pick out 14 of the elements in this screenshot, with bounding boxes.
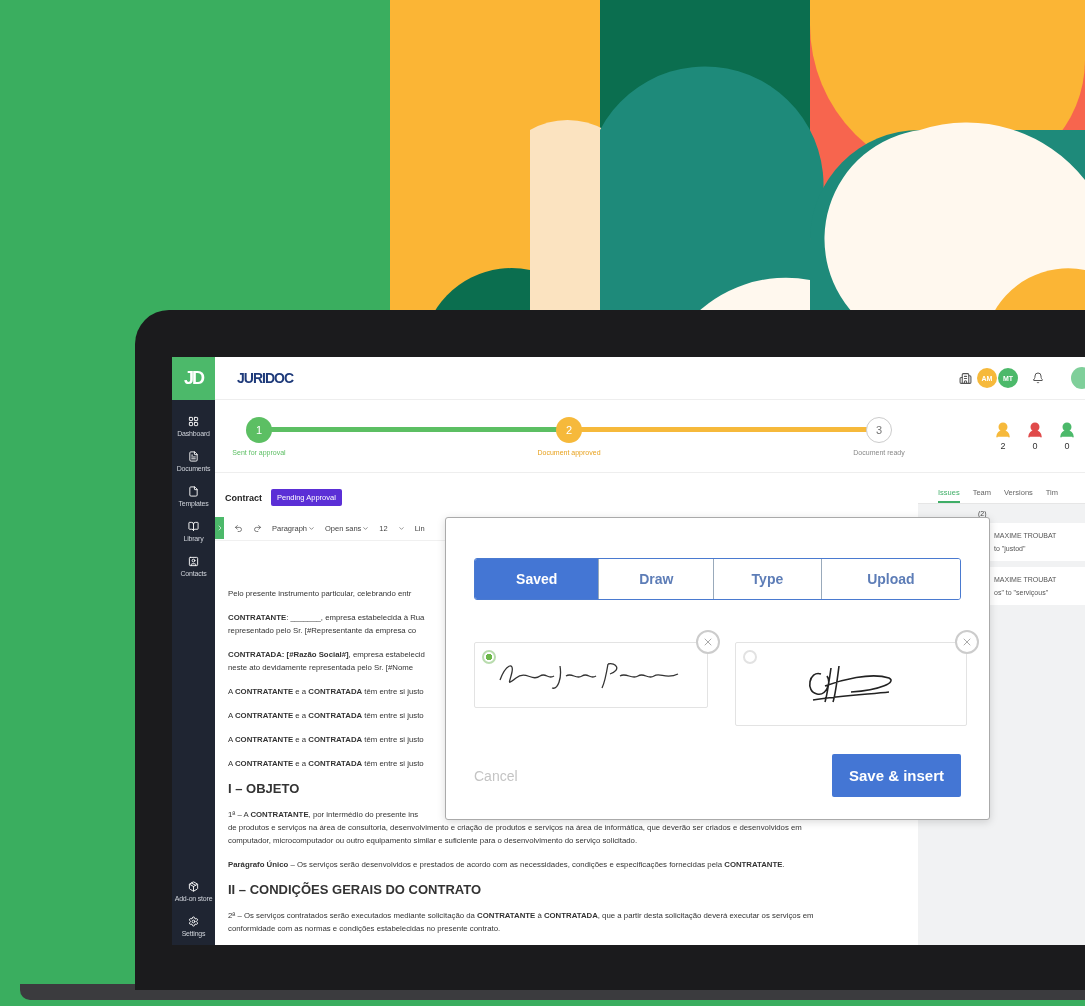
brand-logo: JURIDOC (237, 370, 295, 386)
save-insert-button[interactable]: Save & insert (832, 754, 961, 797)
dialog-tab[interactable]: Upload (820, 559, 960, 599)
app-logo: JD (172, 357, 215, 400)
count-text: 0 (1064, 441, 1070, 451)
document-title: Contract (225, 492, 262, 503)
step-circle: 2 (556, 416, 582, 443)
count-text: 0 (1032, 441, 1038, 451)
count-text: 2 (1000, 441, 1006, 451)
section-heading: I – OBJETO (228, 781, 300, 797)
section-heading: II – CONDIÇÕES GERAIS DO CONTRATO (228, 882, 482, 898)
step-circle: 1 (246, 416, 272, 443)
dialog-tab[interactable]: Saved (475, 559, 599, 599)
step-circle: 3 (866, 416, 892, 443)
